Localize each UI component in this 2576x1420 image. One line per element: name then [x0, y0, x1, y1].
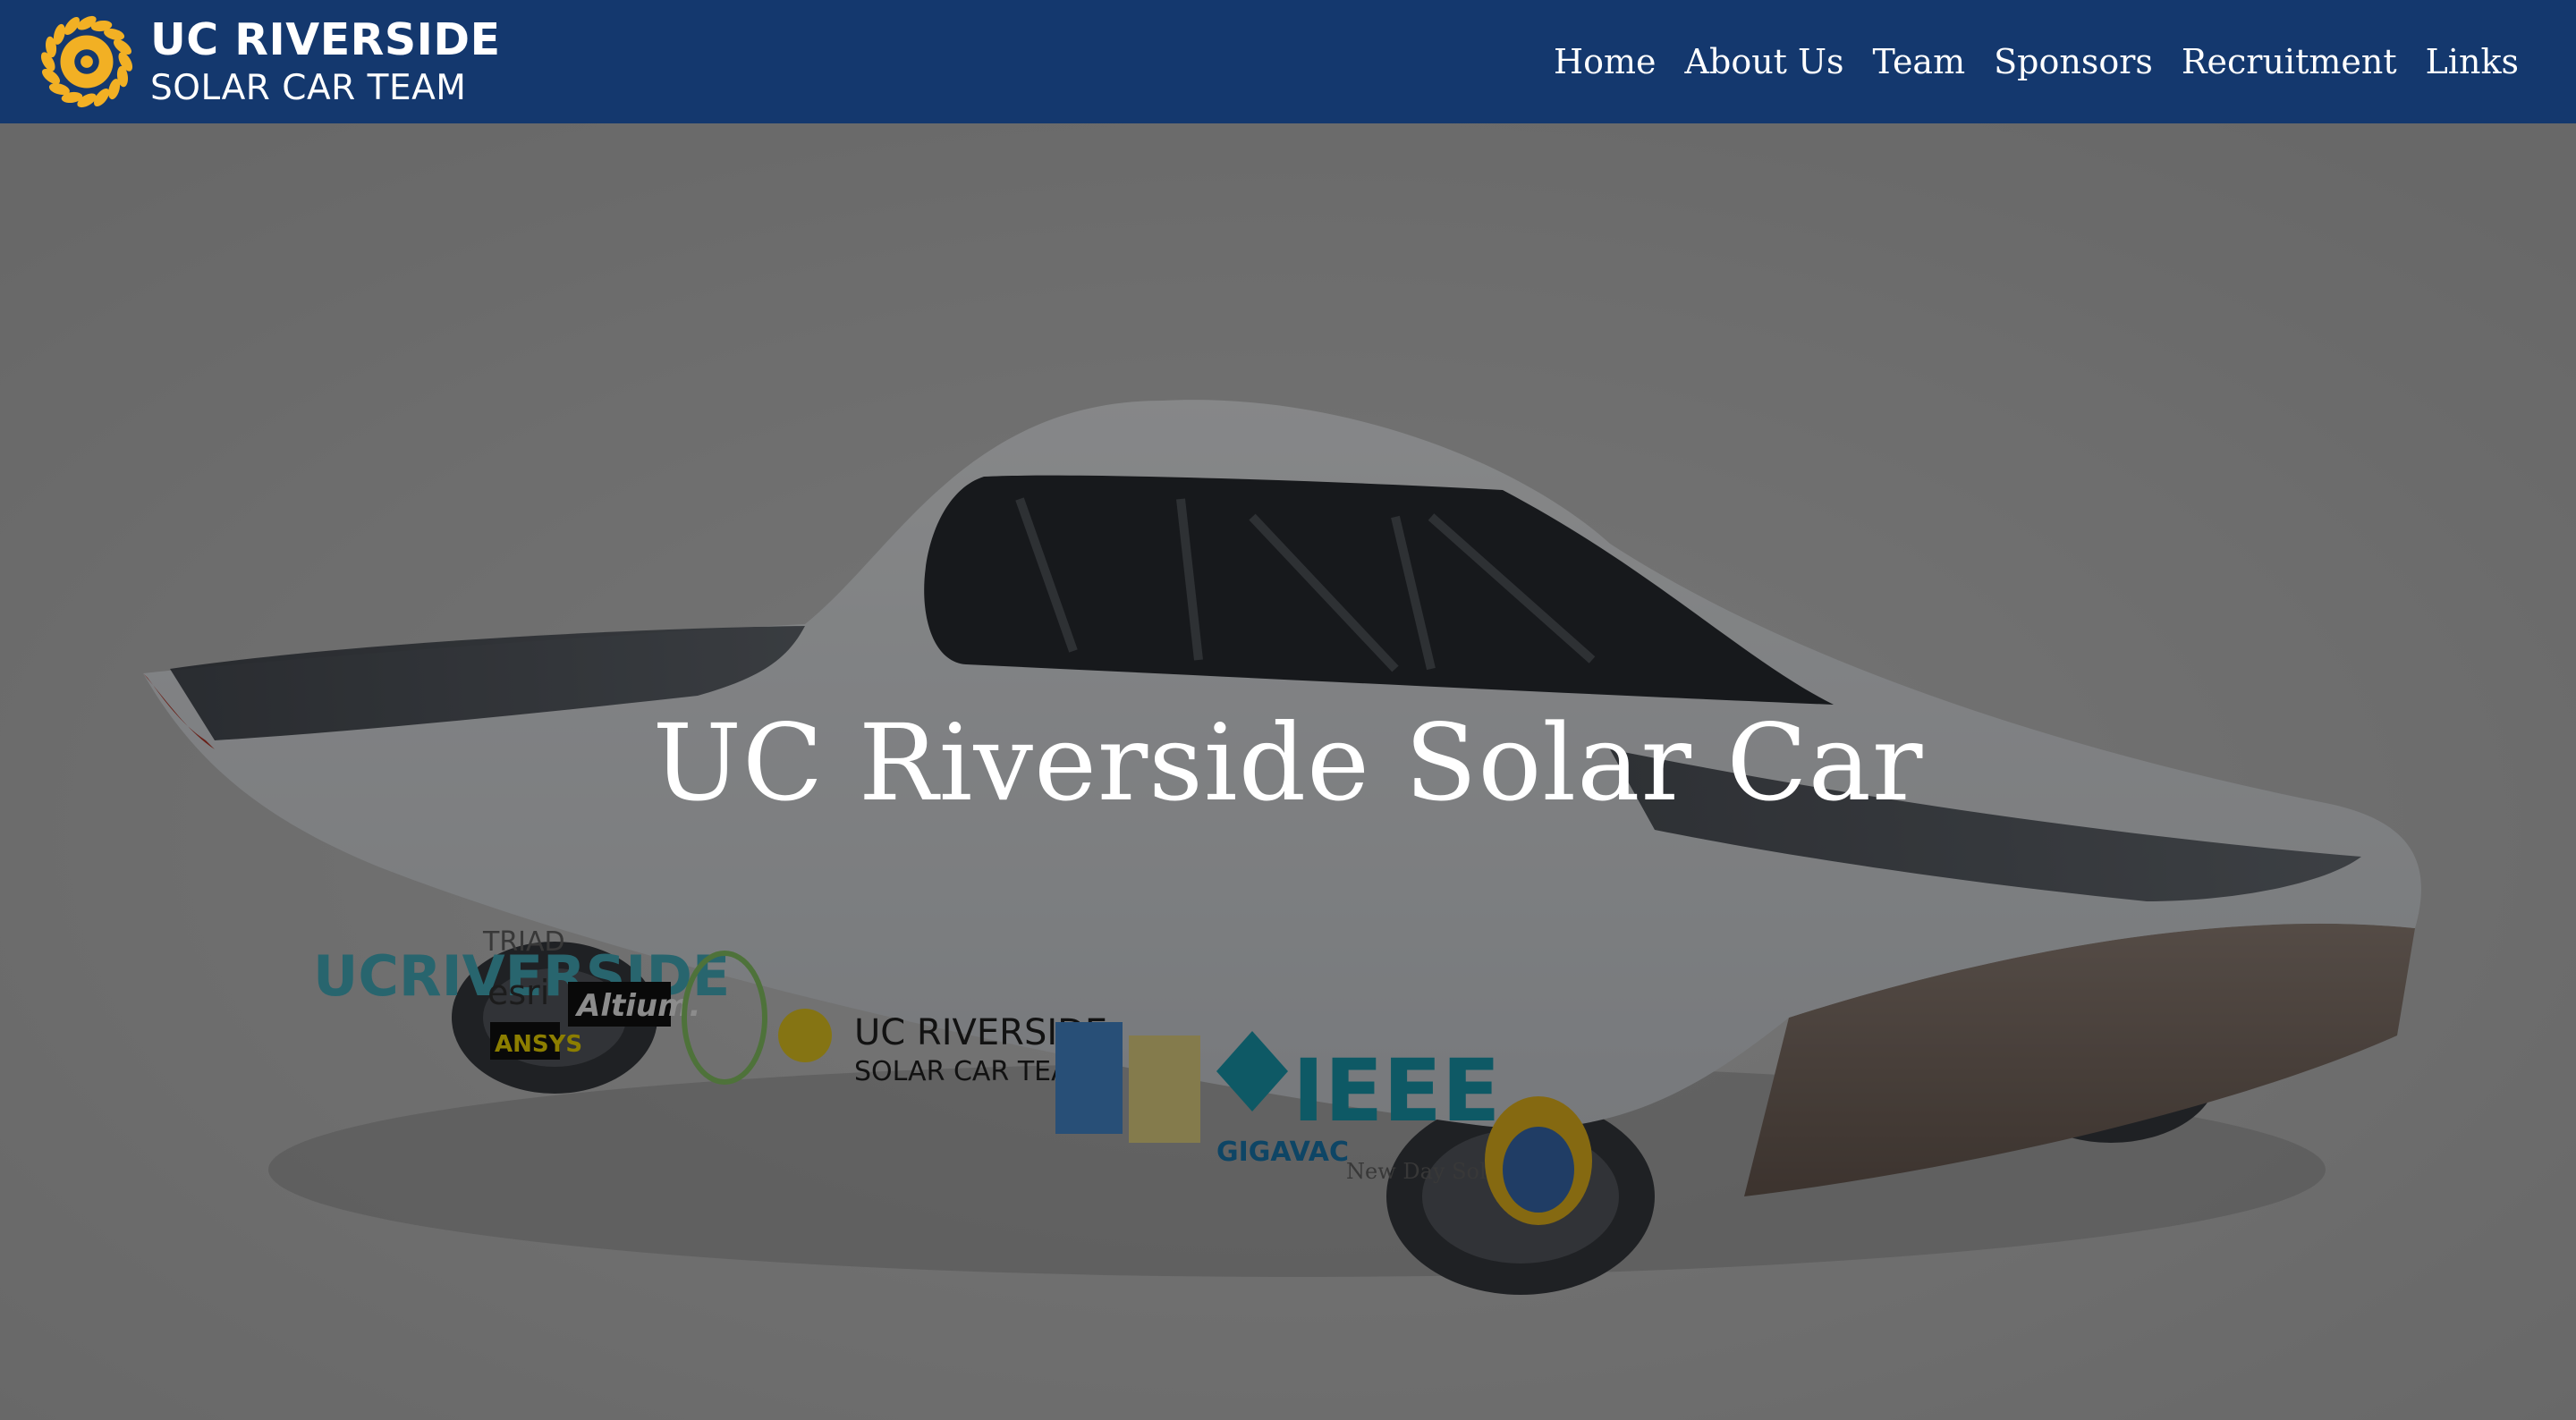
main-nav: Home About Us Team Sponsors Recruitment … — [1539, 42, 2533, 81]
nav-team[interactable]: Team — [1859, 42, 1980, 81]
brand-title: UC RIVERSIDE — [150, 14, 501, 65]
nav-home[interactable]: Home — [1539, 42, 1671, 81]
hero-section: UCRIVERSIDE TRIAD esri Altium. ANSYS UC … — [0, 123, 2576, 1420]
nav-recruitment[interactable]: Recruitment — [2167, 42, 2411, 81]
brand[interactable]: UC RIVERSIDE SOLAR CAR TEAM — [34, 9, 501, 114]
brand-subtitle: SOLAR CAR TEAM — [150, 68, 467, 108]
sun-logo-icon — [40, 15, 133, 108]
nav-links[interactable]: Links — [2411, 42, 2533, 81]
hero-title: UC Riverside Solar Car — [652, 701, 1924, 824]
nav-about-us[interactable]: About Us — [1671, 42, 1859, 81]
nav-sponsors[interactable]: Sponsors — [1979, 42, 2167, 81]
top-navbar: UC RIVERSIDE SOLAR CAR TEAM Home About U… — [0, 0, 2576, 123]
